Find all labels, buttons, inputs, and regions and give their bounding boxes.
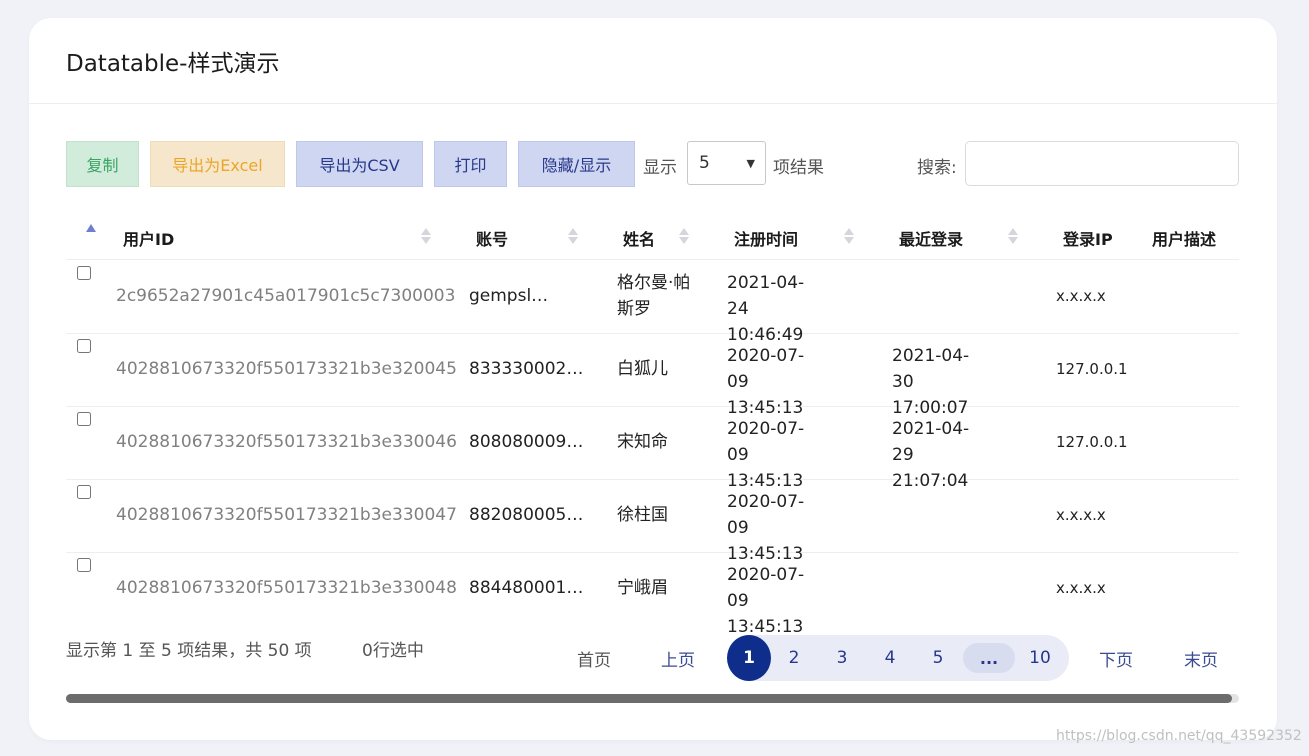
cell-login-ip: x.x.x.x bbox=[1056, 579, 1106, 597]
cell-account: 8820800051… bbox=[469, 505, 591, 525]
table-info: 显示第 1 至 5 项结果，共 50 项 bbox=[66, 641, 312, 661]
sort-icon[interactable] bbox=[568, 226, 578, 246]
row-checkbox[interactable] bbox=[77, 485, 91, 499]
table-header: 用户ID 账号 姓名 注册时间 最近登录 登录IP 用户描述 bbox=[66, 214, 1239, 260]
column-header-description[interactable]: 用户描述 bbox=[1152, 226, 1216, 250]
page-button-1[interactable]: 1 bbox=[727, 635, 771, 681]
cell-name: 宋知命 bbox=[617, 432, 668, 452]
dropdown-caret-icon: ▼ bbox=[746, 156, 755, 170]
cell-registered: 2020-07-09 13:45:13 bbox=[727, 565, 805, 637]
export-excel-button[interactable]: 导出为Excel bbox=[150, 141, 285, 187]
column-visibility-button[interactable]: 隐藏/显示 bbox=[518, 141, 635, 187]
page-length-select[interactable]: 5 ▼ bbox=[687, 141, 766, 185]
cell-login-ip: 127.0.0.1 bbox=[1056, 433, 1128, 451]
sort-icon[interactable] bbox=[679, 226, 689, 246]
cell-name: 格尔曼·帕斯罗 bbox=[617, 273, 691, 319]
card-header: Datatable-样式演示 bbox=[29, 18, 1277, 104]
page-button-10[interactable]: 10 bbox=[1023, 635, 1057, 681]
watermark: https://blog.csdn.net/qq_43592352 bbox=[1056, 728, 1302, 744]
cell-login-ip: x.x.x.x bbox=[1056, 287, 1106, 305]
cell-account: 8844800015… bbox=[469, 578, 591, 598]
length-items-label: 项结果 bbox=[773, 158, 824, 178]
export-csv-button[interactable]: 导出为CSV bbox=[296, 141, 423, 187]
sort-ascending-icon[interactable] bbox=[86, 224, 96, 232]
row-checkbox[interactable] bbox=[77, 339, 91, 353]
column-header-name[interactable]: 姓名 bbox=[623, 226, 655, 250]
cell-user-id: 4028810673320f550173321b3e330048 bbox=[116, 578, 457, 598]
column-header-user-id[interactable]: 用户ID bbox=[123, 226, 174, 250]
horizontal-scrollbar[interactable] bbox=[66, 694, 1239, 703]
table-toolbar: 复制 导出为Excel 导出为CSV 打印 隐藏/显示 显示 5 ▼ 项结果 搜… bbox=[66, 141, 1239, 189]
cell-name: 徐柱国 bbox=[617, 505, 668, 525]
row-checkbox[interactable] bbox=[77, 266, 91, 280]
page-button-2[interactable]: 2 bbox=[779, 635, 809, 681]
sort-icon[interactable] bbox=[421, 226, 431, 246]
length-show-label: 显示 bbox=[643, 158, 677, 178]
pagination: 1 2 3 4 5 ... 10 bbox=[727, 635, 1069, 681]
first-page-button[interactable]: 首页 bbox=[577, 646, 611, 671]
column-header-login-ip[interactable]: 登录IP bbox=[1063, 226, 1113, 250]
cell-user-id: 2c9652a27901c45a017901c5c7300003 bbox=[116, 286, 456, 306]
previous-page-button[interactable]: 上页 bbox=[661, 646, 695, 671]
table-row[interactable]: 4028810673320f550173321b3e330048 8844800… bbox=[66, 552, 1239, 637]
page-length-value: 5 bbox=[699, 153, 710, 173]
last-page-button[interactable]: 末页 bbox=[1184, 646, 1218, 671]
row-checkbox[interactable] bbox=[77, 412, 91, 426]
card-title: Datatable-样式演示 bbox=[66, 50, 280, 77]
column-header-registered[interactable]: 注册时间 bbox=[734, 226, 798, 250]
table-row[interactable]: 4028810673320f550173321b3e330046 8080800… bbox=[66, 406, 1239, 491]
next-page-button[interactable]: 下页 bbox=[1099, 646, 1133, 671]
table-row[interactable]: 4028810673320f550173321b3e320045 8333300… bbox=[66, 333, 1239, 418]
print-button[interactable]: 打印 bbox=[434, 141, 507, 187]
search-input[interactable] bbox=[965, 141, 1239, 186]
cell-account: gempsl… bbox=[469, 286, 549, 306]
page-button-4[interactable]: 4 bbox=[875, 635, 905, 681]
column-header-last-login[interactable]: 最近登录 bbox=[899, 226, 963, 250]
copy-button[interactable]: 复制 bbox=[66, 141, 139, 187]
page-button-5[interactable]: 5 bbox=[923, 635, 953, 681]
page-ellipsis: ... bbox=[963, 643, 1015, 673]
cell-login-ip: x.x.x.x bbox=[1056, 506, 1106, 524]
datatable-card: Datatable-样式演示 复制 导出为Excel 导出为CSV 打印 隐藏/… bbox=[29, 18, 1277, 740]
row-checkbox[interactable] bbox=[77, 558, 91, 572]
cell-account: 8080800098… bbox=[469, 432, 591, 452]
scrollbar-thumb[interactable] bbox=[66, 694, 1232, 703]
cell-user-id: 4028810673320f550173321b3e320045 bbox=[116, 359, 457, 379]
cell-name: 宁峨眉 bbox=[617, 578, 668, 598]
cell-name: 白狐儿 bbox=[617, 359, 668, 379]
cell-user-id: 4028810673320f550173321b3e330046 bbox=[116, 432, 457, 452]
selected-info: 0行选中 bbox=[362, 641, 424, 661]
table-row[interactable]: 4028810673320f550173321b3e330047 8820800… bbox=[66, 479, 1239, 564]
sort-icon[interactable] bbox=[1008, 226, 1018, 246]
sort-icon[interactable] bbox=[844, 226, 854, 246]
cell-account: 8333300022… bbox=[469, 359, 591, 379]
cell-user-id: 4028810673320f550173321b3e330047 bbox=[116, 505, 457, 525]
table-row[interactable]: 2c9652a27901c45a017901c5c7300003 gempsl…… bbox=[66, 260, 1239, 345]
page-button-3[interactable]: 3 bbox=[827, 635, 857, 681]
search-label: 搜索: bbox=[917, 158, 957, 178]
cell-login-ip: 127.0.0.1 bbox=[1056, 360, 1128, 378]
column-header-account[interactable]: 账号 bbox=[476, 226, 508, 250]
